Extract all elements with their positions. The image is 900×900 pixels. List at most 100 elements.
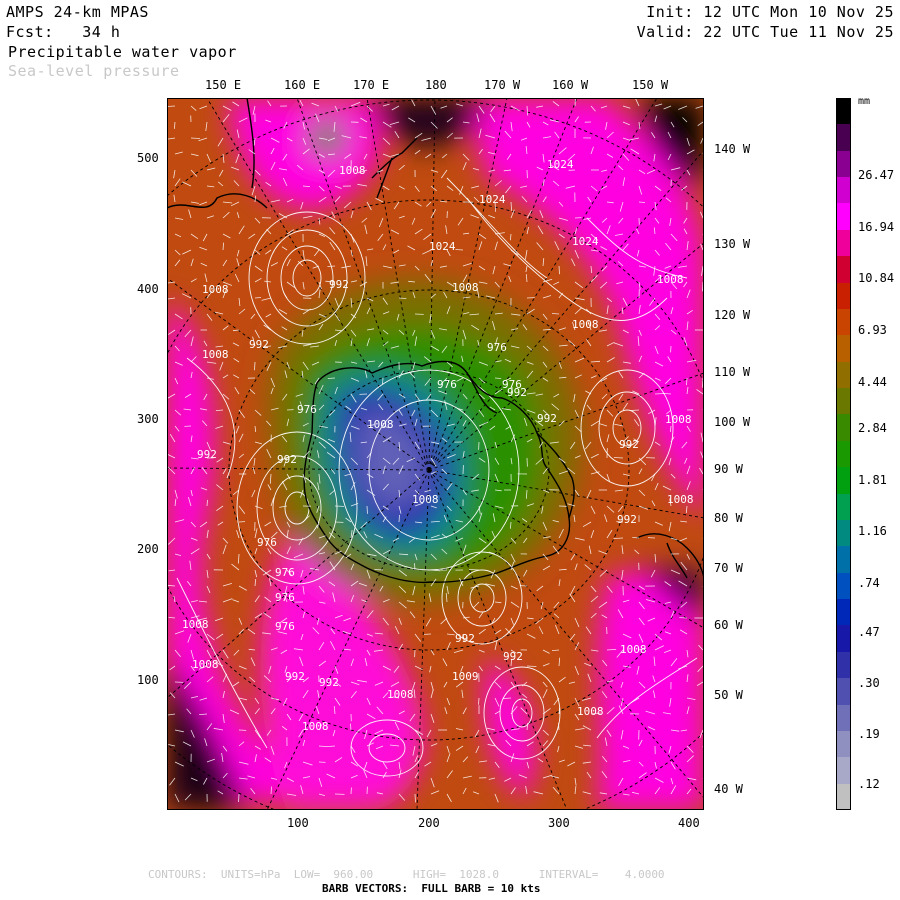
isobar-label: 1008 [577, 705, 604, 718]
isobar-label: 976 [275, 566, 295, 579]
right-lon-label: 130 W [714, 237, 751, 251]
x-tick-label: 400 [678, 816, 700, 830]
isobar-label: 992 [503, 650, 523, 663]
right-lon-label: 120 W [714, 308, 751, 322]
top-lon-label: 170 W [484, 78, 521, 92]
colorbar-label: 26.47 [858, 168, 895, 182]
wind-barb [455, 249, 464, 251]
colorbar-border [836, 98, 851, 810]
wind-barb [494, 377, 502, 379]
right-lon-label: 50 W [714, 688, 743, 702]
model-title: AMPS 24-km MPAS [6, 3, 149, 21]
right-lon-label: 110 W [714, 365, 751, 379]
right-lon-label: 140 W [714, 142, 751, 156]
isobar-label: 1008 [572, 318, 599, 331]
y-tick-label: 400 [137, 282, 159, 296]
weather-map: 1024 1024 1024 1024 1008 1008 1008 1008 … [38, 97, 820, 841]
right-lon-label: 70 W [714, 561, 743, 575]
isobar-label: 1008 [367, 418, 394, 431]
isobar-label: 992 [319, 676, 339, 689]
barb-info: BARB VECTORS: FULL BARB = 10 kts [322, 882, 541, 895]
colorbar-label: .12 [858, 777, 880, 791]
wind-barb [574, 97, 576, 107]
wind-barb [254, 297, 262, 299]
wind-barb [327, 265, 336, 267]
wind-barb [526, 665, 537, 667]
isobar-label: 992 [455, 632, 475, 645]
isobar-label: 1008 [339, 164, 366, 177]
wind-barb [558, 722, 560, 731]
wind-barb [702, 377, 704, 388]
wind-barb [190, 137, 201, 139]
right-lon-label: 80 W [714, 511, 743, 525]
isobar-label: 992 [537, 412, 557, 425]
y-tick-label: 500 [137, 151, 159, 165]
wind-barb [613, 537, 624, 539]
wind-barb [206, 499, 208, 507]
top-lon-label: 170 E [353, 78, 390, 92]
valid-time: Valid: 22 UTC Tue 11 Nov 25 [636, 23, 894, 41]
top-lon-label: 180 [425, 78, 447, 92]
isobar-label: 1008 [667, 493, 694, 506]
top-lon-label: 150 E [205, 78, 242, 92]
isobar-label: 976 [257, 536, 277, 549]
right-lon-label: 40 W [714, 782, 743, 796]
x-tick-label: 200 [418, 816, 440, 830]
isobar-label: 1008 [665, 413, 692, 426]
right-lon-label: 60 W [714, 618, 743, 632]
y-tick-label: 100 [137, 673, 159, 687]
colorbar-unit: mm [858, 96, 871, 107]
isobar-label: 1008 [620, 643, 647, 656]
isobar-label: 976 [275, 591, 295, 604]
wind-barb [166, 105, 176, 107]
x-tick-label: 100 [287, 816, 309, 830]
top-lon-label: 160 W [552, 78, 589, 92]
isobar-label: 1008 [412, 493, 439, 506]
isobar-label: 992 [197, 448, 217, 461]
field-title: Precipitable water vapor [8, 43, 237, 61]
isobar-label: 1024 [547, 158, 574, 171]
colorbar-label: 16.94 [858, 220, 895, 234]
isobar-label: 1008 [387, 688, 414, 701]
forecast-hour: Fcst: 34 h [6, 23, 121, 41]
colorbar-label: .47 [858, 625, 880, 639]
isobar-label: 1024 [572, 235, 599, 248]
isobar-label: 976 [437, 378, 457, 391]
wind-barb [398, 297, 407, 299]
colorbar [836, 98, 851, 811]
top-lon-label: 160 E [284, 78, 321, 92]
isobar-label: 1008 [182, 618, 209, 631]
top-lon-label: 150 W [632, 78, 669, 92]
wind-barb [254, 361, 256, 371]
isobar-label: 1008 [452, 281, 479, 294]
colorbar-label: 2.84 [858, 421, 887, 435]
isobar-label: 992 [329, 278, 349, 291]
map-canvas: 1024 1024 1024 1024 1008 1008 1008 1008 … [38, 97, 820, 841]
isobar-label: 976 [297, 403, 317, 416]
wind-barb [238, 793, 240, 803]
isobar-label: 1008 [657, 273, 684, 286]
wind-barb [613, 457, 624, 459]
wind-barb [382, 377, 384, 385]
wind-barb [366, 505, 368, 514]
y-tick-label: 200 [137, 542, 159, 556]
isobar-label: 1024 [479, 193, 506, 206]
colorbar-label: 1.81 [858, 473, 887, 487]
right-lon-label: 100 W [714, 415, 751, 429]
isobar-label: 1024 [429, 240, 456, 253]
init-time: Init: 12 UTC Mon 10 Nov 25 [646, 3, 894, 21]
colorbar-label: .74 [858, 576, 880, 590]
isobar-label: 1008 [192, 658, 219, 671]
contour-info: CONTOURS: UNITS=hPa LOW= 960.00 HIGH= 10… [148, 868, 665, 881]
overlay-title: Sea-level pressure [8, 62, 180, 80]
right-lon-label: 90 W [714, 462, 743, 476]
wind-barb [327, 377, 336, 379]
colorbar-label: 6.93 [858, 323, 887, 337]
wind-barb [558, 265, 560, 275]
colorbar-label: 4.44 [858, 375, 887, 389]
isobar-label: 1008 [202, 283, 229, 296]
wind-barb [638, 201, 646, 203]
isobar-label: 992 [617, 513, 637, 526]
isobar-label: 976 [487, 341, 507, 354]
isobar-label: 1008 [202, 348, 229, 361]
